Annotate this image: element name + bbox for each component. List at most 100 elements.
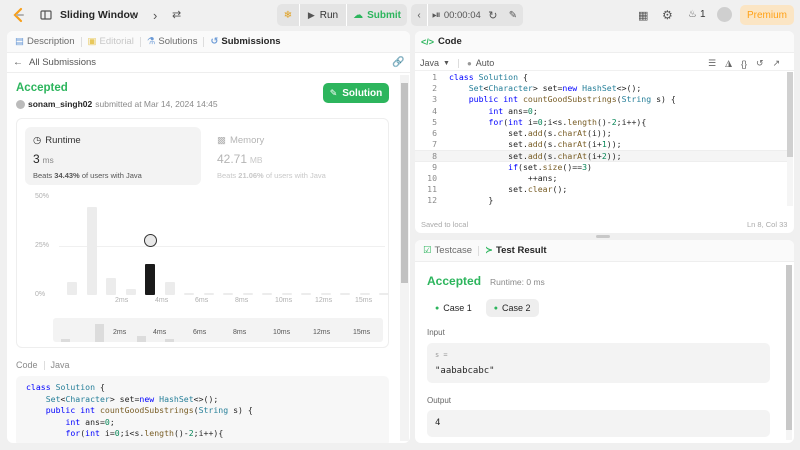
test-runtime: Runtime: 0 ms: [490, 277, 545, 287]
language-select[interactable]: Java: [420, 58, 439, 68]
undo-icon[interactable]: ↺: [756, 58, 764, 69]
timer-value: 00:00:04: [443, 9, 481, 21]
notes-button[interactable]: ✎: [503, 4, 523, 26]
collapse-timer-icon[interactable]: ‹: [411, 10, 427, 21]
code-line[interactable]: 1 class Solution {: [415, 72, 787, 83]
x-tick-label: 10ms: [275, 297, 293, 304]
code-line[interactable]: 6 set.add(s.charAt(i));: [415, 128, 787, 139]
top-bar: Sliding Window ‹ › ⇄ ❄ ▶ Run ☁ Submit ‹ …: [0, 0, 800, 30]
avatar[interactable]: [717, 7, 732, 22]
flask-icon: ⚗: [146, 36, 156, 47]
all-submissions-link[interactable]: ← All Submissions: [13, 57, 96, 68]
prev-problem-icon[interactable]: ‹: [131, 8, 135, 23]
tab-editorial[interactable]: ▣ Editorial: [88, 31, 134, 53]
premium-button[interactable]: Premium: [740, 5, 794, 25]
leetcode-logo-icon[interactable]: [11, 7, 27, 23]
chart-bar[interactable]: [398, 293, 399, 295]
autocomplete-mode[interactable]: Auto: [476, 58, 495, 68]
tab-solutions[interactable]: ⚗ Solutions: [147, 31, 198, 53]
test-scrollbar[interactable]: [786, 265, 792, 440]
username[interactable]: sonam_singh02: [28, 99, 92, 109]
chart-bar[interactable]: [359, 293, 370, 295]
case-tabs: ● Case 1 ● Case 2: [427, 299, 539, 317]
next-problem-icon[interactable]: ›: [153, 8, 157, 23]
post-solution-button[interactable]: ✎ Solution: [323, 83, 389, 103]
streak-counter[interactable]: ♨ 1: [688, 9, 706, 20]
x-tick-label: 2ms: [115, 297, 129, 304]
problem-list-title[interactable]: Sliding Window: [60, 9, 138, 21]
line-number: 3: [432, 94, 437, 105]
code-line[interactable]: 9 if(set.size()==3): [415, 162, 787, 173]
run-button[interactable]: ▶ Run: [300, 4, 346, 26]
code-line[interactable]: 8 set.add(s.charAt(i+2));: [415, 150, 787, 162]
line-number: 4: [432, 105, 437, 116]
tab-test-result-label: Test Result: [496, 245, 547, 256]
chart-bar[interactable]: [223, 293, 233, 295]
saved-status: Saved to local: [421, 220, 469, 229]
tab-test-result[interactable]: ≻ Test Result: [485, 240, 546, 262]
problem-list-icon[interactable]: [39, 8, 53, 22]
y-tick-label: 25%: [35, 242, 50, 249]
tab-testcase-label: Testcase: [434, 245, 473, 256]
line-number: 9: [432, 161, 437, 172]
expand-icon[interactable]: ↗: [773, 58, 781, 69]
code-line[interactable]: 10 ++ans;: [415, 173, 787, 184]
x-tick-label: 15ms: [355, 297, 373, 304]
panel-resize-handle[interactable]: [596, 235, 610, 238]
left-scrollbar[interactable]: [400, 75, 409, 441]
bookmark-icon[interactable]: ◮: [725, 58, 732, 69]
chart-bar[interactable]: [320, 293, 331, 295]
chart-bar[interactable]: [184, 293, 194, 295]
code-line[interactable]: 7 set.add(s.charAt(i+1));: [415, 139, 787, 150]
braces-icon[interactable]: {}: [741, 59, 747, 69]
chart-bar[interactable]: [164, 281, 175, 295]
document-icon: ▤: [15, 36, 24, 47]
layout-grid-icon[interactable]: ▦: [638, 9, 648, 22]
chart-bar[interactable]: [340, 293, 350, 295]
chart-bar[interactable]: [379, 293, 389, 295]
code-line[interactable]: 4 int ans=0;: [415, 106, 787, 117]
chart-bar[interactable]: [242, 293, 253, 295]
mini-x-label: 15ms: [353, 329, 371, 336]
case-2-tab[interactable]: ● Case 2: [485, 299, 539, 317]
debug-button[interactable]: ❄: [277, 4, 299, 26]
code-line[interactable]: 3 public int countGoodSubstrings(String …: [415, 94, 787, 105]
chart-bar[interactable]: [86, 206, 97, 295]
code-language: Java: [50, 360, 70, 370]
line-number: 12: [427, 195, 437, 206]
chart-bar[interactable]: [125, 289, 136, 295]
code-line[interactable]: 11 set.clear();: [415, 184, 787, 195]
runtime-box[interactable]: ◷ Runtime 3 ms Beats 34.43% of users wit…: [25, 127, 201, 185]
case-1-tab[interactable]: ● Case 1: [427, 299, 480, 317]
test-status: Accepted: [427, 274, 482, 288]
runtime-beats: Beats 34.43% of users with Java: [33, 171, 142, 180]
settings-gear-icon[interactable]: ⚙: [662, 8, 673, 22]
code-line[interactable]: 2 Set<Character> set=new HashSet<>();: [415, 83, 787, 94]
code-line[interactable]: 12 }: [415, 195, 787, 206]
memory-box[interactable]: ▩ Memory 42.71 MB Beats 21.06% of users …: [217, 127, 383, 185]
chart-bar[interactable]: [262, 293, 272, 295]
timer-display[interactable]: ⏯ 00:00:04: [428, 9, 485, 22]
link-icon[interactable]: 🔗: [392, 57, 404, 68]
tab-testcase[interactable]: ☑ Testcase: [423, 240, 472, 262]
chart-bar[interactable]: [203, 293, 214, 295]
chart-bar[interactable]: [281, 293, 292, 295]
reset-timer-icon[interactable]: ↻: [485, 9, 501, 22]
shuffle-icon[interactable]: ⇄: [172, 8, 181, 21]
line-number: 11: [427, 183, 437, 194]
submit-button[interactable]: ☁ Submit: [347, 4, 407, 26]
editor-scrollbar[interactable]: [787, 72, 793, 206]
code-line[interactable]: 5 for(int i=0;i<s.length()-2;i++){: [415, 117, 787, 128]
range-selector[interactable]: 2ms 4ms 6ms 8ms 10ms 12ms 15ms: [53, 318, 383, 342]
tab-submissions[interactable]: ↺ Submissions: [210, 31, 280, 53]
tab-description[interactable]: ▤ Description: [15, 31, 75, 53]
chart-bar[interactable]: [106, 277, 116, 295]
mini-x-label: 6ms: [193, 329, 207, 336]
chart-bar[interactable]: [67, 281, 77, 295]
format-icon[interactable]: ☰: [708, 58, 716, 69]
code-editor[interactable]: 1 class Solution {2 Set<Character> set=ne…: [415, 72, 787, 208]
chart-bar[interactable]: [145, 264, 155, 295]
chart-bar[interactable]: [301, 293, 311, 295]
left-scroll-thumb[interactable]: [401, 83, 408, 283]
x-tick-label: 12ms: [315, 297, 333, 304]
